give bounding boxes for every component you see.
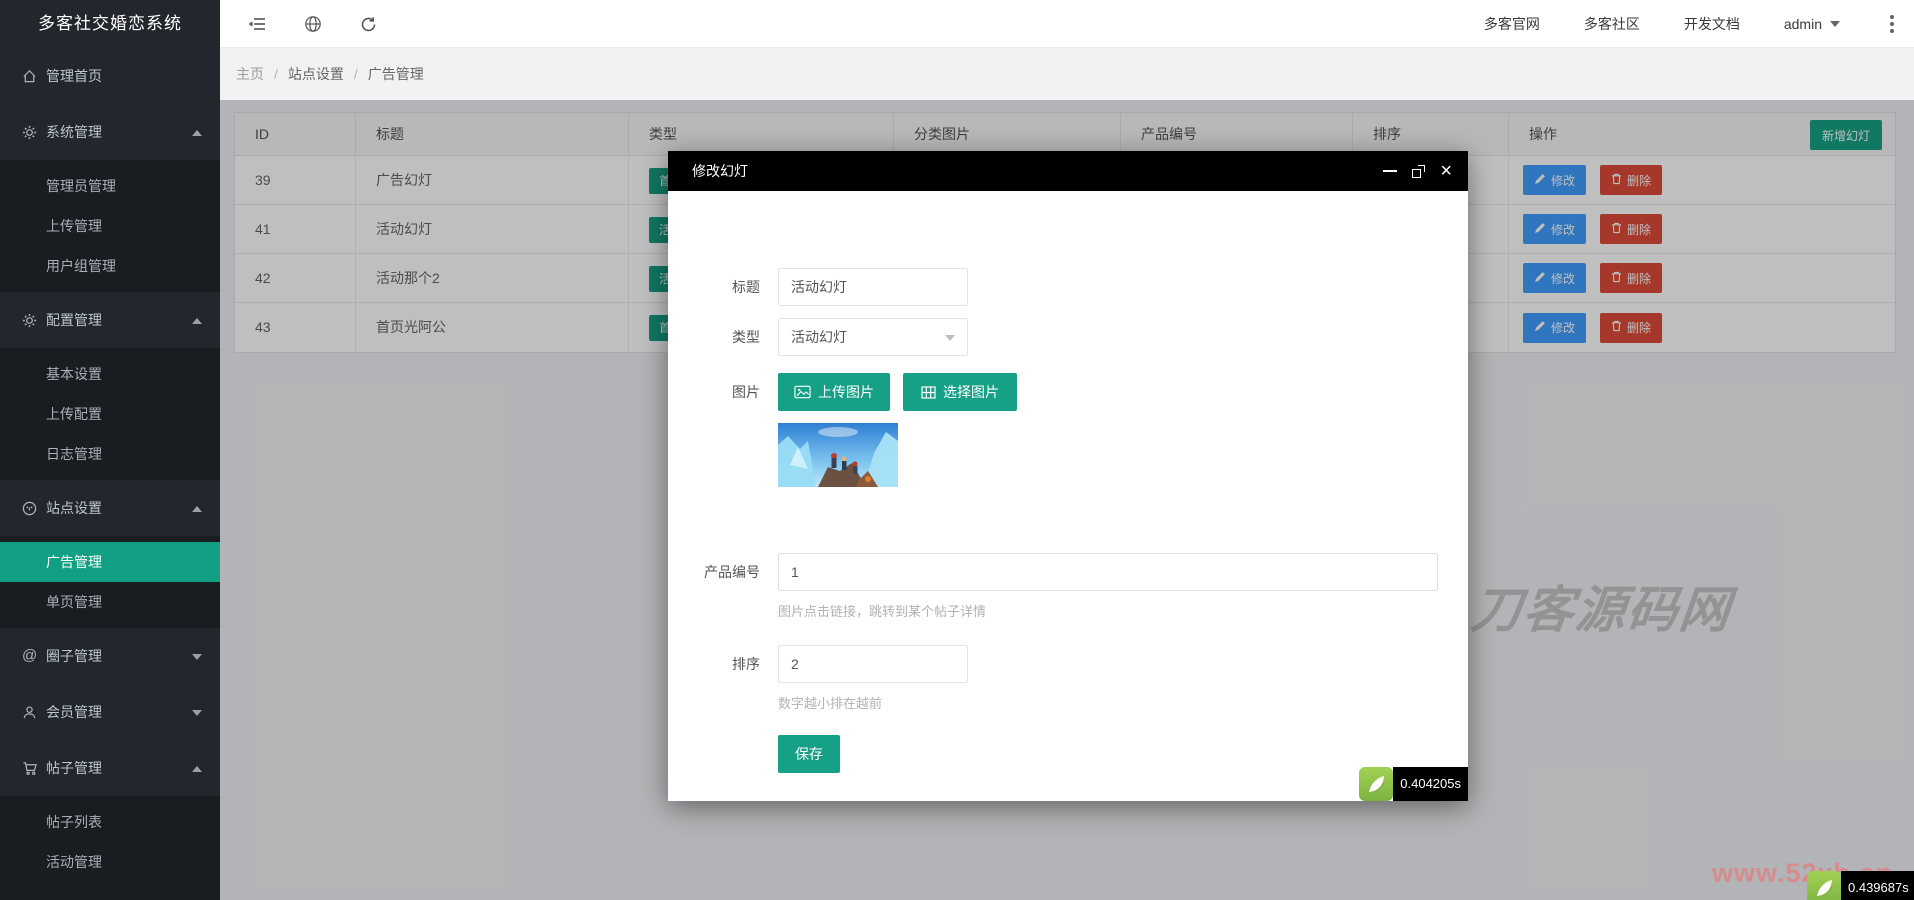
topbar-links: 多客官网 多客社区 开发文档 [1484, 14, 1740, 34]
title-input[interactable] [778, 268, 968, 306]
sidebar-group-1[interactable]: 系统管理 [0, 104, 220, 160]
sidebar-subitem-15[interactable]: 帖子列表 [0, 802, 220, 842]
type-field-label: 类型 [668, 318, 760, 356]
modal-debug-badge: 0.404205s [1359, 767, 1468, 801]
choose-image-button[interactable]: 选择图片 [903, 373, 1017, 411]
chevron-up-icon [192, 130, 202, 136]
sidebar-subitem-4[interactable]: 用户组管理 [0, 246, 220, 286]
product-input[interactable] [778, 553, 1438, 591]
gear-icon [22, 292, 37, 348]
sidebar-subitem-10[interactable]: 广告管理 [0, 542, 220, 582]
type-select-value: 活动幻灯 [791, 329, 847, 345]
modal-controls: × [1383, 151, 1452, 191]
topbar-link[interactable]: 多客官网 [1484, 14, 1540, 34]
chevron-down-icon [192, 654, 202, 660]
sidebar-subitem-3[interactable]: 上传管理 [0, 206, 220, 246]
more-options-icon[interactable] [1890, 22, 1894, 26]
cart-icon [22, 740, 38, 796]
save-button[interactable]: 保存 [778, 735, 840, 773]
chevron-up-icon [192, 318, 202, 324]
sidebar-subitem-6[interactable]: 基本设置 [0, 354, 220, 394]
user-menu[interactable]: admin [1784, 16, 1840, 32]
refresh-icon[interactable] [360, 16, 377, 33]
close-icon[interactable]: × [1440, 161, 1452, 181]
product-field-label: 产品编号 [668, 553, 760, 591]
sidebar-item-0[interactable]: 管理首页 [0, 48, 220, 104]
breadcrumb-item[interactable]: 站点设置 [288, 66, 344, 82]
modal-debug-time: 0.404205s [1393, 767, 1468, 801]
sidebar-submenu-partial [0, 888, 220, 900]
breadcrumb-separator: / [274, 66, 278, 82]
globe-icon[interactable] [304, 15, 322, 33]
chevron-down-icon [1830, 21, 1840, 27]
topbar-link[interactable]: 开发文档 [1684, 14, 1740, 34]
modal-title: 修改幻灯 [668, 151, 1468, 191]
sidebar-group-5[interactable]: 配置管理 [0, 292, 220, 348]
sidebar-submenu: 管理员管理上传管理用户组管理 [0, 160, 220, 292]
gear-icon [22, 104, 37, 160]
chevron-down-icon [945, 335, 955, 341]
image-field-label: 图片 [668, 373, 760, 411]
breadcrumb-separator: / [354, 66, 358, 82]
sidebar-submenu: 基本设置上传配置日志管理 [0, 348, 220, 480]
product-hint: 图片点击链接，跳转到某个帖子详情 [778, 601, 986, 620]
picture-icon [794, 385, 811, 399]
sidebar-subitem-8[interactable]: 日志管理 [0, 434, 220, 474]
collapse-menu-icon[interactable] [248, 17, 266, 31]
topbar-left [248, 0, 377, 48]
topbar: 多客官网 多客社区 开发文档 admin [220, 0, 1914, 48]
sidebar-submenu: 广告管理单页管理 [0, 536, 220, 628]
upload-image-button[interactable]: 上传图片 [778, 373, 890, 411]
site-watermark: 刀客源码网 [1468, 570, 1736, 642]
breadcrumb-item[interactable]: 广告管理 [368, 66, 424, 82]
chevron-down-icon [192, 710, 202, 716]
user-icon [22, 684, 37, 740]
at-icon: @ [22, 628, 37, 684]
sidebar-subitem-11[interactable]: 单页管理 [0, 582, 220, 622]
minimize-icon[interactable] [1383, 170, 1397, 172]
home-icon [22, 48, 37, 104]
sidebar-group-9[interactable]: 站点设置 [0, 480, 220, 536]
slide-image-preview[interactable] [778, 423, 898, 487]
breadcrumb-item[interactable]: 主页 [236, 66, 264, 82]
sort-hint: 数字越小排在越前 [778, 693, 882, 712]
sidebar-group-13[interactable]: 会员管理 [0, 684, 220, 740]
topbar-right: 多客官网 多客社区 开发文档 admin [1484, 0, 1894, 48]
sidebar-submenu: 帖子列表活动管理 [0, 796, 220, 888]
maximize-icon[interactable] [1412, 165, 1425, 178]
sidebar-subitem-2[interactable]: 管理员管理 [0, 166, 220, 206]
sidebar: 多客社交婚恋系统 管理首页系统管理管理员管理上传管理用户组管理配置管理基本设置上… [0, 0, 220, 900]
sidebar-group-12[interactable]: @圈子管理 [0, 628, 220, 684]
modal-header: 修改幻灯 × [668, 151, 1468, 191]
modal-body: 标题 类型 活动幻灯 图片 上传图片 选择图片 [668, 191, 1468, 801]
edit-slide-modal: 修改幻灯 × 标题 类型 活动幻灯 图片 上传图片 选择图片 [668, 151, 1468, 801]
page-debug-badge: 0.439687s [1807, 871, 1914, 900]
sidebar-subitem-16[interactable]: 活动管理 [0, 842, 220, 882]
sidebar-group-14[interactable]: 帖子管理 [0, 740, 220, 796]
app-title: 多客社交婚恋系统 [0, 0, 220, 48]
sort-field-label: 排序 [668, 645, 760, 683]
topbar-link[interactable]: 多客社区 [1584, 14, 1640, 34]
page-debug-time: 0.439687s [1841, 871, 1914, 900]
grid-icon [921, 386, 936, 399]
chevron-up-icon [192, 766, 202, 772]
sidebar-menu: 管理首页系统管理管理员管理上传管理用户组管理配置管理基本设置上传配置日志管理站点… [0, 48, 220, 900]
breadcrumb: 主页 / 站点设置 / 广告管理 [220, 48, 1914, 100]
type-select[interactable]: 活动幻灯 [778, 318, 968, 356]
sidebar-subitem-7[interactable]: 上传配置 [0, 394, 220, 434]
thinkphp-logo-icon [1359, 767, 1393, 801]
sort-input[interactable] [778, 645, 968, 683]
title-field-label: 标题 [668, 268, 760, 306]
username: admin [1784, 16, 1822, 32]
chevron-up-icon [192, 506, 202, 512]
thinkphp-logo-icon [1807, 871, 1841, 900]
site-icon [22, 480, 37, 536]
